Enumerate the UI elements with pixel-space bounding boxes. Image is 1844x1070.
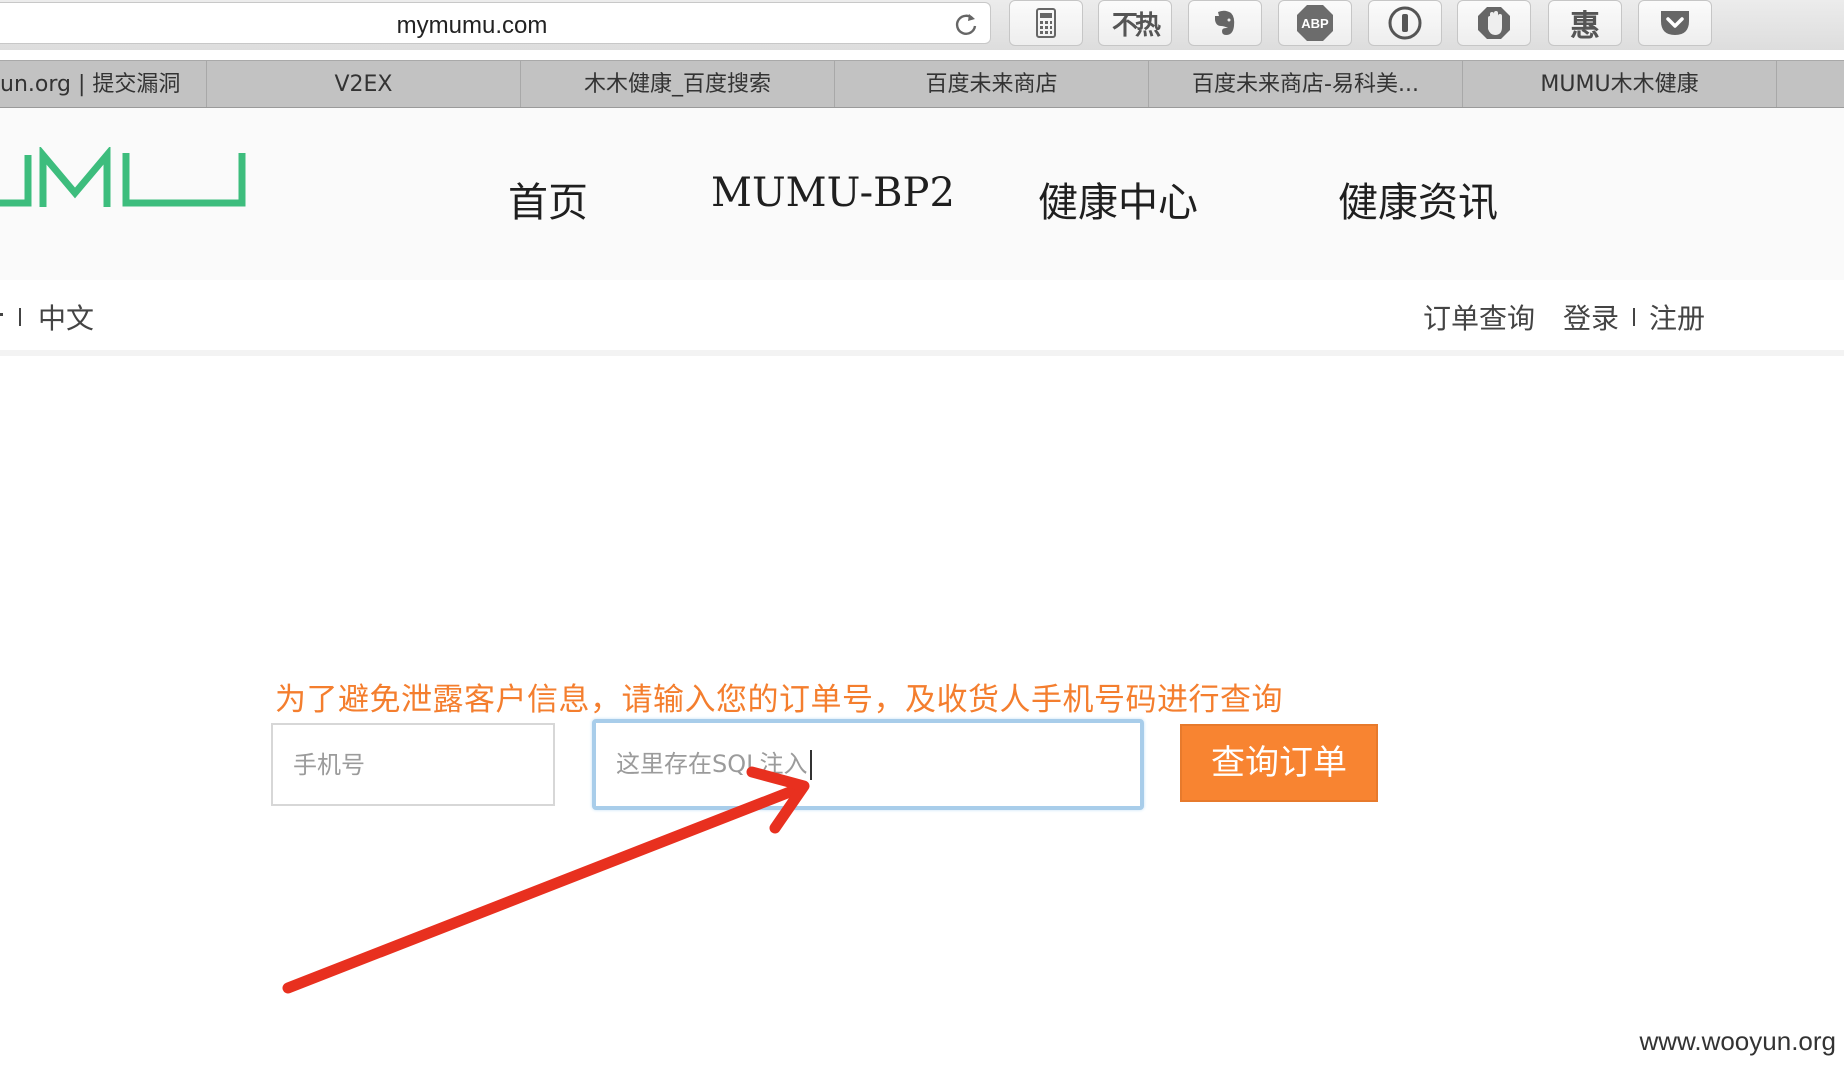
browser-toolbar: mymumu.com 不热 ABP 惠	[0, 0, 1844, 50]
evernote-icon	[1215, 10, 1235, 35]
nav-mumu-bp2[interactable]: MUMU-BP2	[711, 170, 955, 216]
url-text[interactable]: mymumu.com	[0, 3, 944, 45]
nav-home[interactable]: 首页	[508, 170, 588, 228]
query-hint: 为了避免泄露客户信息，请输入您的订单号，及收货人手机号码进行查询	[275, 682, 1283, 718]
order-number-input[interactable]: 这里存在SQL注入	[592, 719, 1144, 810]
user-links-separator	[1633, 308, 1635, 326]
hot-off-extension-button[interactable]: 不热	[1098, 0, 1172, 46]
order-query-link[interactable]: 订单查询	[1423, 297, 1535, 337]
hui-icon: 惠	[1570, 9, 1600, 44]
wooyun-watermark: www.wooyun.org	[1639, 1026, 1836, 1056]
mumu-logo[interactable]	[0, 147, 250, 217]
pocket-icon	[1661, 11, 1689, 35]
lang-dash	[0, 313, 3, 316]
reload-icon[interactable]	[952, 10, 980, 38]
adblock-plus-extension-button[interactable]: ABP	[1278, 0, 1352, 46]
language-switch-chinese[interactable]: 中文	[38, 297, 94, 337]
bookmark-baidu-future-store[interactable]: 百度未来商店	[835, 61, 1149, 107]
text-caret	[809, 750, 812, 780]
pocket-extension-button[interactable]	[1638, 0, 1712, 46]
address-bar[interactable]: mymumu.com	[0, 2, 991, 44]
svg-text:ABP: ABP	[1301, 16, 1329, 31]
calculator-extension-button[interactable]	[1009, 0, 1083, 46]
onepassword-icon	[1388, 6, 1422, 40]
login-link[interactable]: 登录	[1563, 297, 1619, 337]
adblock-plus-icon: ABP	[1297, 5, 1333, 41]
hui-extension-button[interactable]: 惠	[1548, 0, 1622, 46]
order-input-value: 这里存在SQL注入	[616, 723, 812, 806]
phone-input[interactable]: 手机号	[271, 723, 555, 806]
phone-placeholder: 手机号	[293, 751, 365, 779]
calculator-icon	[1036, 8, 1056, 38]
evernote-extension-button[interactable]	[1188, 0, 1262, 46]
bookmark-baidu-future-store-ykm[interactable]: 百度未来商店-易科美...	[1149, 61, 1463, 107]
bookmark-wooyun-submit[interactable]: un.org | 提交漏洞	[0, 61, 207, 107]
lang-separator	[19, 308, 21, 326]
stop-hand-extension-button[interactable]	[1457, 0, 1531, 46]
query-order-button[interactable]: 查询订单	[1180, 724, 1378, 802]
bookmark-mumu-baidu-search[interactable]: 木木健康_百度搜索	[521, 61, 835, 107]
site-header: 首页 MUMU-BP2 健康中心 健康资讯	[0, 108, 1844, 280]
utility-bar: 中文 订单查询 登录 注册	[0, 280, 1844, 356]
order-input-text: 这里存在SQL注入	[616, 750, 808, 778]
bookmark-mumu-health[interactable]: MUMU木木健康	[1463, 61, 1777, 107]
bookmarks-bar: un.org | 提交漏洞 V2EX 木木健康_百度搜索 百度未来商店 百度未来…	[0, 60, 1844, 108]
onepassword-extension-button[interactable]	[1368, 0, 1442, 46]
register-link[interactable]: 注册	[1649, 297, 1705, 337]
stop-hand-icon	[1478, 7, 1510, 39]
bookmark-v2ex[interactable]: V2EX	[207, 61, 521, 107]
hot-off-icon: 不热	[1111, 10, 1161, 41]
nav-health-news[interactable]: 健康资讯	[1338, 170, 1498, 228]
nav-health-center[interactable]: 健康中心	[1038, 170, 1198, 228]
